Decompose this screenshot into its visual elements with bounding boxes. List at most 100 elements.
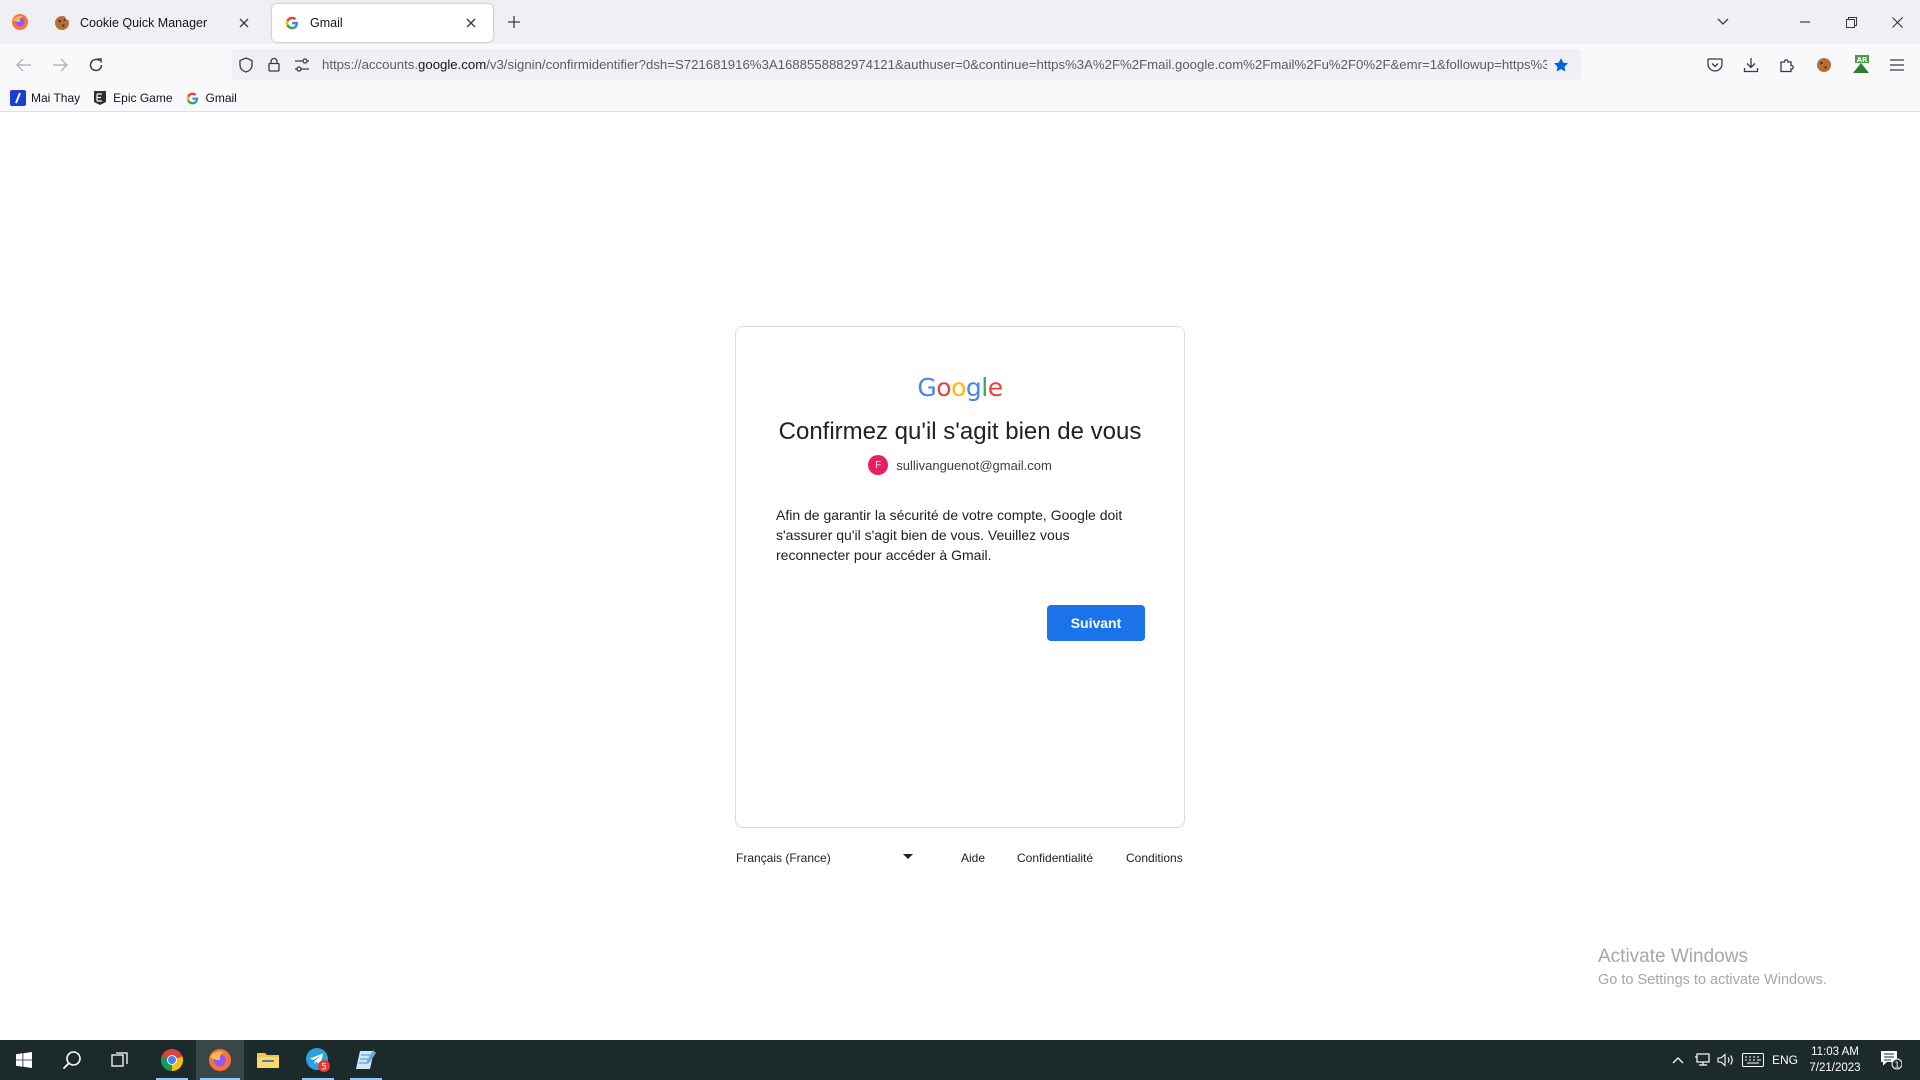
- language-select[interactable]: Français (France): [736, 851, 831, 865]
- tab-strip: Cookie Quick Manager Gmail: [0, 0, 1920, 44]
- firefox-view-icon[interactable]: [8, 10, 32, 34]
- telegram-icon: 5: [306, 1048, 330, 1073]
- bookmark-label: Epic Game: [113, 91, 173, 105]
- pocket-button[interactable]: [1701, 51, 1729, 79]
- navigation-toolbar: https://accounts.google.com/v3/signin/co…: [0, 44, 1920, 85]
- tracking-protection-shield-icon[interactable]: [232, 51, 260, 79]
- start-button[interactable]: [0, 1040, 48, 1080]
- close-icon: [1891, 16, 1903, 28]
- ar-extension-icon: AR: [1853, 55, 1869, 73]
- clock-date: 7/21/2023: [1809, 1062, 1861, 1074]
- next-button[interactable]: Suivant: [1047, 605, 1145, 641]
- google-g-icon: [185, 90, 201, 106]
- plus-icon: [508, 16, 520, 28]
- cookie-extension-button[interactable]: [1810, 51, 1838, 79]
- url-host: google.com: [418, 57, 487, 72]
- search-icon: [62, 1051, 81, 1070]
- back-arrow-icon: [16, 58, 31, 72]
- avatar: F: [868, 455, 889, 475]
- google-g-icon: [284, 15, 300, 31]
- url-text[interactable]: https://accounts.google.com/v3/signin/co…: [322, 57, 1547, 72]
- forward-arrow-icon: [53, 58, 68, 72]
- close-icon[interactable]: [461, 13, 481, 33]
- task-view-icon: [111, 1052, 128, 1067]
- cookie-icon: [1817, 58, 1831, 72]
- taskbar-chrome[interactable]: [148, 1040, 196, 1080]
- volume-button[interactable]: [1714, 1040, 1738, 1080]
- activate-windows-watermark: Activate Windows Go to Settings to activ…: [1598, 946, 1827, 988]
- bookmark-star-icon[interactable]: [1547, 51, 1575, 79]
- touch-keyboard-button[interactable]: [1738, 1040, 1768, 1080]
- taskbar-notepad[interactable]: [342, 1040, 390, 1080]
- tab-gmail[interactable]: Gmail: [272, 4, 493, 42]
- tab-title: Cookie Quick Manager: [80, 16, 208, 30]
- windows-taskbar: 5 ENG 11:03 AM 7/21/2023 1: [0, 1040, 1920, 1080]
- logo-letter: o: [936, 373, 952, 402]
- close-window-button[interactable]: [1874, 0, 1920, 44]
- taskbar-firefox[interactable]: [196, 1040, 244, 1080]
- ar-extension-button[interactable]: AR: [1847, 51, 1875, 79]
- bookmark-epic-game[interactable]: Epic Game: [92, 90, 173, 106]
- puzzle-icon: [1780, 59, 1794, 73]
- minimize-icon: [1800, 21, 1810, 23]
- watermark-title: Activate Windows: [1598, 946, 1748, 967]
- bookmark-label: Mai Thay: [31, 91, 81, 105]
- network-icon: [1695, 1053, 1710, 1066]
- account-email: sullivanguenot@gmail.com: [896, 457, 1052, 473]
- help-link[interactable]: Aide: [961, 851, 985, 865]
- address-bar[interactable]: https://accounts.google.com/v3/signin/co…: [232, 49, 1581, 80]
- notepad-icon: [356, 1050, 376, 1069]
- forward-button[interactable]: [46, 51, 74, 79]
- reload-icon: [89, 58, 103, 72]
- download-icon: [1743, 58, 1759, 73]
- logo-letter: g: [965, 373, 982, 402]
- minimize-button[interactable]: [1782, 0, 1828, 44]
- system-clock[interactable]: 11:03 AM 7/21/2023: [1800, 1044, 1870, 1076]
- bookmark-gmail[interactable]: Gmail: [185, 90, 237, 106]
- logo-letter: o: [951, 373, 966, 402]
- tab-title: Gmail: [310, 16, 343, 30]
- keyboard-icon: [1742, 1053, 1764, 1067]
- notification-count: 1: [1894, 1060, 1899, 1069]
- account-chip[interactable]: F sullivanguenot@gmail.com: [736, 455, 1184, 475]
- privacy-link[interactable]: Confidentialité: [1017, 851, 1093, 865]
- bookmark-label: Gmail: [205, 91, 237, 105]
- dropdown-caret-icon[interactable]: [903, 854, 913, 859]
- input-language[interactable]: ENG: [1770, 1040, 1800, 1080]
- close-icon[interactable]: [234, 13, 254, 33]
- action-center-button[interactable]: 1: [1876, 1040, 1906, 1080]
- chevron-up-icon: [1672, 1057, 1684, 1064]
- downloads-button[interactable]: [1737, 51, 1765, 79]
- back-button[interactable]: [10, 51, 38, 79]
- page-footer: Français (France) Aide Confidentialité C…: [735, 848, 1185, 868]
- show-hidden-icons-button[interactable]: [1666, 1040, 1690, 1080]
- ar-badge-text: AR: [1857, 56, 1868, 64]
- network-button[interactable]: [1690, 1040, 1714, 1080]
- watermark-subtitle: Go to Settings to activate Windows.: [1598, 972, 1827, 988]
- padlock-icon[interactable]: [260, 51, 288, 79]
- bookmark-mai-thay[interactable]: Mai Thay: [10, 90, 80, 106]
- permissions-icon[interactable]: [288, 51, 316, 79]
- task-view-button[interactable]: [96, 1040, 144, 1080]
- restore-button[interactable]: [1828, 0, 1874, 44]
- hamburger-menu-icon: [1890, 59, 1904, 71]
- chrome-icon: [160, 1049, 184, 1072]
- windows-logo-icon: [16, 1052, 32, 1068]
- new-tab-button[interactable]: [500, 10, 528, 34]
- reload-button[interactable]: [82, 51, 110, 79]
- tab-cookie-quick-manager[interactable]: Cookie Quick Manager: [42, 4, 266, 42]
- terms-link[interactable]: Conditions: [1126, 851, 1183, 865]
- epic-games-icon: [92, 90, 108, 106]
- clock-time: 11:03 AM: [1811, 1046, 1859, 1058]
- google-logo: Google: [736, 373, 1184, 402]
- search-button[interactable]: [48, 1040, 96, 1080]
- speaker-icon: [1717, 1053, 1733, 1067]
- taskbar-telegram[interactable]: 5: [294, 1040, 342, 1080]
- list-all-tabs-button[interactable]: [1700, 0, 1746, 44]
- app-menu-button[interactable]: [1883, 51, 1911, 79]
- extensions-button[interactable]: [1773, 51, 1801, 79]
- taskbar-file-explorer[interactable]: [244, 1040, 292, 1080]
- url-suffix: /v3/signin/confirmidentifier?dsh=S721681…: [486, 57, 1547, 72]
- cookie-icon: [54, 15, 70, 31]
- logo-letter: e: [987, 373, 1003, 402]
